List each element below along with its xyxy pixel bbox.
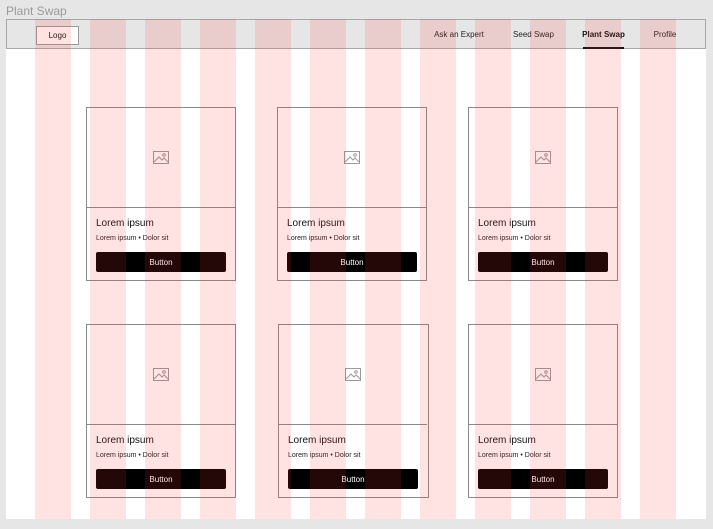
nav-link-profile[interactable]: Profile	[650, 20, 680, 49]
card-button[interactable]: Button	[96, 469, 226, 489]
card-button[interactable]: Button	[478, 252, 608, 272]
card: Lorem ipsum Lorem ipsum • Dolor sit Butt…	[277, 107, 427, 281]
card-image	[87, 108, 235, 208]
card: Lorem ipsum Lorem ipsum • Dolor sit Butt…	[86, 107, 236, 281]
card-subtitle: Lorem ipsum • Dolor sit	[478, 452, 551, 459]
top-navbar: Logo Ask an Expert Seed Swap Plant Swap …	[6, 19, 706, 49]
grid-column	[640, 19, 676, 519]
card-title: Lorem ipsum	[287, 218, 345, 229]
card-button[interactable]: Button	[288, 469, 418, 489]
card: Lorem ipsum Lorem ipsum • Dolor sit Butt…	[86, 324, 236, 498]
image-placeholder-icon	[344, 151, 360, 164]
card-subtitle: Lorem ipsum • Dolor sit	[96, 452, 169, 459]
logo-button[interactable]: Logo	[36, 26, 79, 45]
card-title: Lorem ipsum	[96, 218, 154, 229]
image-placeholder-icon	[153, 368, 169, 381]
card-title: Lorem ipsum	[478, 218, 536, 229]
card-image	[279, 325, 427, 425]
image-placeholder-icon	[535, 151, 551, 164]
card: Lorem ipsum Lorem ipsum • Dolor sit Butt…	[468, 107, 618, 281]
card-image	[278, 108, 426, 208]
card-image	[87, 325, 235, 425]
card-button[interactable]: Button	[96, 252, 226, 272]
page-frame: Logo Ask an Expert Seed Swap Plant Swap …	[6, 19, 706, 519]
image-placeholder-icon	[153, 151, 169, 164]
card-button[interactable]: Button	[478, 469, 608, 489]
card-subtitle: Lorem ipsum • Dolor sit	[288, 452, 361, 459]
card-image	[469, 108, 617, 208]
card-title: Lorem ipsum	[288, 435, 346, 446]
nav-link-seed-swap[interactable]: Seed Swap	[512, 20, 555, 49]
image-placeholder-icon	[345, 368, 361, 381]
card-title: Lorem ipsum	[478, 435, 536, 446]
card-title: Lorem ipsum	[96, 435, 154, 446]
image-placeholder-icon	[535, 368, 551, 381]
frame-title: Plant Swap	[6, 4, 67, 18]
card: Lorem ipsum Lorem ipsum • Dolor sit Butt…	[468, 324, 618, 498]
card: Lorem ipsum Lorem ipsum • Dolor sit Butt…	[278, 324, 429, 498]
grid-column	[35, 19, 71, 519]
card-subtitle: Lorem ipsum • Dolor sit	[287, 235, 360, 242]
nav-link-ask-an-expert[interactable]: Ask an Expert	[428, 20, 490, 49]
card-subtitle: Lorem ipsum • Dolor sit	[96, 235, 169, 242]
nav-link-plant-swap[interactable]: Plant Swap	[582, 20, 625, 49]
card-image	[469, 325, 617, 425]
card-subtitle: Lorem ipsum • Dolor sit	[478, 235, 551, 242]
card-button[interactable]: Button	[287, 252, 417, 272]
